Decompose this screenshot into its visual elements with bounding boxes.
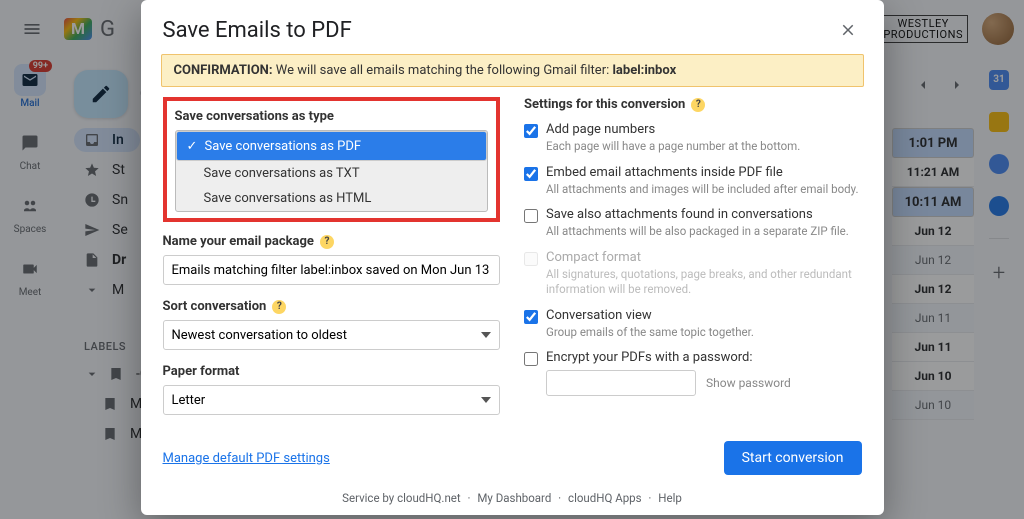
settings-label: Settings for this conversion	[524, 97, 685, 112]
checkbox-page-numbers[interactable]	[524, 124, 538, 138]
type-dropdown[interactable]: ✓Save conversations as PDF Save conversa…	[175, 130, 489, 212]
opt-save-attachments[interactable]: Save also attachments found in conversat…	[524, 207, 862, 240]
service-footer: Service by cloudHQ.net · My Dashboard · …	[141, 485, 884, 515]
package-name-input[interactable]	[163, 255, 501, 285]
type-highlight-box: Save conversations as type ✓Save convers…	[163, 97, 501, 222]
opt-embed-attachments[interactable]: Embed email attachments inside PDF fileA…	[524, 165, 862, 198]
dashboard-link[interactable]: My Dashboard	[477, 491, 551, 505]
paper-select[interactable]: Letter	[163, 385, 501, 415]
password-input[interactable]	[546, 370, 696, 396]
name-label: Name your email package	[163, 234, 314, 249]
type-option-html[interactable]: Save conversations as HTML	[176, 186, 488, 211]
help-icon[interactable]: ?	[320, 235, 334, 249]
checkbox-compact	[524, 252, 538, 266]
opt-encrypt[interactable]: Encrypt your PDFs with a password:	[524, 350, 862, 366]
start-conversion-button[interactable]: Start conversion	[724, 441, 862, 475]
confirmation-banner: CONFIRMATION: We will save all emails ma…	[161, 54, 864, 87]
close-button[interactable]	[834, 16, 862, 44]
checkbox-save-att[interactable]	[524, 209, 538, 223]
apps-link[interactable]: cloudHQ Apps	[568, 491, 642, 505]
left-column: Save conversations as type ✓Save convers…	[163, 97, 501, 429]
opt-compact: Compact formatAll signatures, quotations…	[524, 250, 862, 298]
right-column: Settings for this conversion? Add page n…	[524, 97, 862, 429]
show-password-link[interactable]: Show password	[706, 376, 791, 390]
help-icon[interactable]: ?	[272, 300, 286, 314]
save-pdf-dialog: Save Emails to PDF CONFIRMATION: We will…	[141, 0, 884, 515]
help-link[interactable]: Help	[658, 491, 682, 505]
type-label: Save conversations as type	[175, 109, 489, 124]
close-icon	[839, 21, 857, 39]
type-option-txt[interactable]: Save conversations as TXT	[176, 161, 488, 186]
sort-select[interactable]: Newest conversation to oldest	[163, 320, 501, 350]
modal-overlay: Save Emails to PDF CONFIRMATION: We will…	[0, 0, 1024, 519]
opt-conversation-view[interactable]: Conversation viewGroup emails of the sam…	[524, 308, 862, 341]
dialog-title: Save Emails to PDF	[163, 18, 352, 43]
type-option-pdf[interactable]: ✓Save conversations as PDF	[176, 131, 488, 161]
checkbox-conv-view[interactable]	[524, 310, 538, 324]
paper-label: Paper format	[163, 364, 501, 379]
opt-page-numbers[interactable]: Add page numbersEach page will have a pa…	[524, 122, 862, 155]
sort-label: Sort conversation	[163, 299, 267, 314]
checkbox-encrypt[interactable]	[524, 352, 538, 366]
manage-defaults-link[interactable]: Manage default PDF settings	[163, 451, 330, 466]
help-icon[interactable]: ?	[691, 98, 705, 112]
checkbox-embed[interactable]	[524, 167, 538, 181]
